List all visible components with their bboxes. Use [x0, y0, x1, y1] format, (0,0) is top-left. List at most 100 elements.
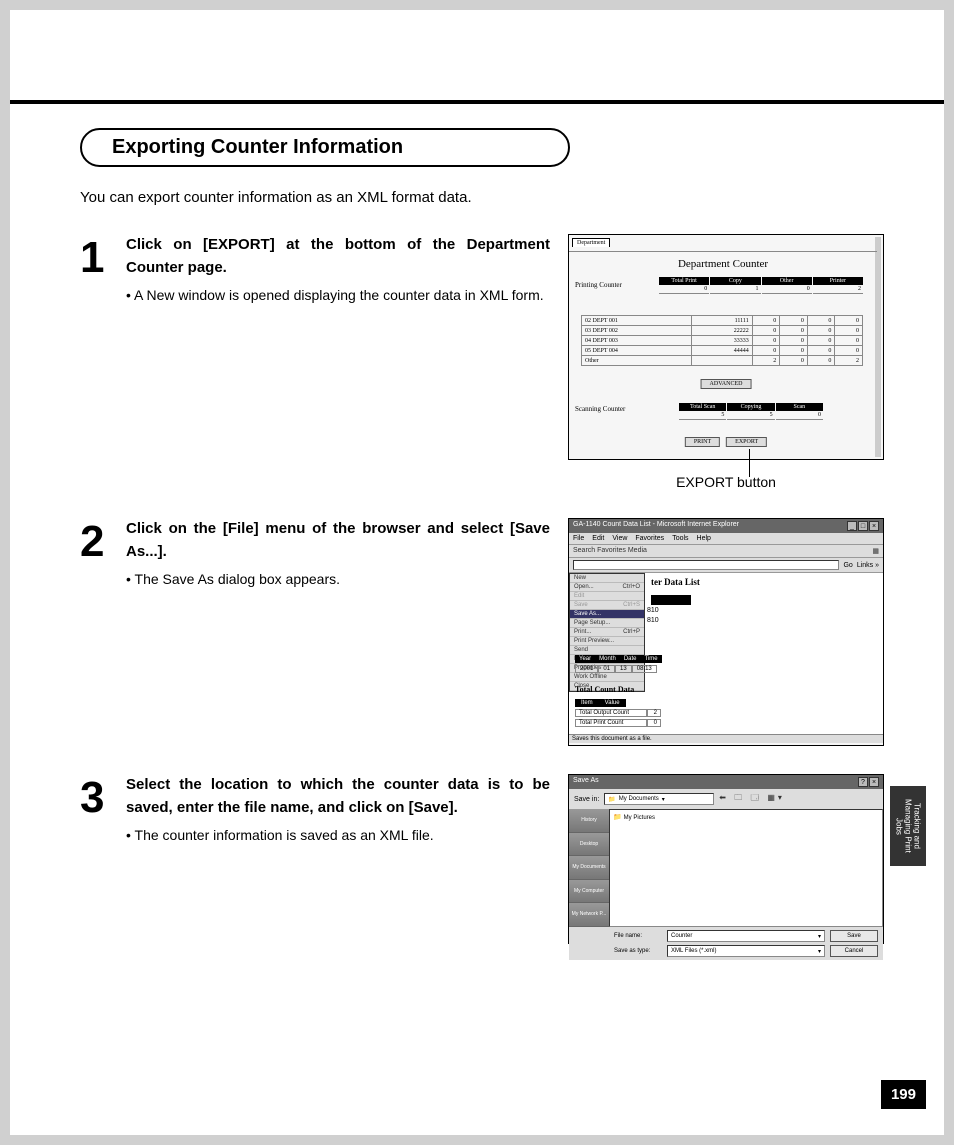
- ymd-headers: Year Month Date Time: [575, 655, 662, 663]
- step-2-title: Click on the [File] menu of the browser …: [126, 518, 550, 563]
- browser-menubar: File Edit View Favorites Tools Help: [569, 533, 883, 545]
- save-as-title: Save As: [573, 777, 599, 787]
- val-total-scan: 5: [679, 411, 726, 420]
- hdr-copying: Copying: [727, 403, 774, 411]
- print-export-buttons: PRINT EXPORT: [685, 437, 767, 447]
- step-3-title: Select the location to which the counter…: [126, 774, 550, 819]
- step-3: 3 Select the location to which the count…: [80, 774, 884, 944]
- ie-logo-icon: ▦: [872, 547, 879, 555]
- browser-statusbar: Saves this document as a file.: [569, 734, 883, 743]
- val-printer: 2: [813, 285, 863, 294]
- chevron-down-icon: ▾: [662, 796, 665, 803]
- table-row: 04 DEPT 003333330000: [582, 336, 863, 346]
- menu-item-save-as: Save As...: [570, 610, 644, 619]
- places-mynetwork: My Network P...: [569, 903, 609, 927]
- val-total-print: 0: [659, 285, 709, 294]
- browser-titlebar: GA-1140 Count Data List - Microsoft Inte…: [569, 519, 883, 533]
- item-row: Total Print Count 0: [575, 719, 661, 727]
- menu-item-edit: Edit: [570, 592, 644, 601]
- cutoff-value-1: 810: [647, 607, 659, 614]
- menu-favorites: Favorites: [635, 535, 664, 542]
- dept-table: 02 DEPT 001111110000 03 DEPT 00222222000…: [581, 315, 863, 366]
- folder-icon: 📁: [608, 796, 615, 803]
- save-as-dialog: Save As ? × Save in: 📁 My Documents ▾: [568, 774, 884, 944]
- step-1-figure: Department Department Counter Printing C…: [568, 234, 884, 490]
- save-in-row: Save in: 📁 My Documents ▾ ⬅ 🗀 🗔 ▦▾: [569, 789, 883, 809]
- section-title: Exporting Counter Information: [80, 128, 570, 167]
- menu-item-send: Send: [570, 646, 644, 655]
- places-mycomputer: My Computer: [569, 880, 609, 904]
- menu-file: File: [573, 535, 584, 542]
- toolbar-text: Search Favorites Media: [573, 547, 647, 555]
- step-1-bullet: A New window is opened displaying the co…: [138, 287, 550, 303]
- hdr-printer: Printer: [813, 277, 863, 285]
- intro-text: You can export counter information as an…: [80, 189, 884, 206]
- menu-item-open: Open...Ctrl+O: [570, 583, 644, 592]
- minimize-icon: _: [847, 521, 857, 531]
- page-number: 199: [881, 1080, 926, 1109]
- menu-item-print-preview: Print Preview...: [570, 637, 644, 646]
- cancel-button: Cancel: [830, 945, 878, 957]
- hdr-copy: Copy: [710, 277, 760, 285]
- menu-item-page-setup: Page Setup...: [570, 619, 644, 628]
- address-field: [573, 560, 839, 570]
- ymd-values: 2001 01 13 08:13: [575, 665, 657, 673]
- section-title-text: Exporting Counter Information: [112, 136, 403, 158]
- save-button: Save: [830, 930, 878, 942]
- print-button: PRINT: [685, 437, 720, 447]
- step-2: 2 Click on the [File] menu of the browse…: [80, 518, 884, 746]
- scanning-counter-label: Scanning Counter: [575, 405, 625, 413]
- hdr-total-scan: Total Scan: [679, 403, 726, 411]
- val-scan: 0: [776, 411, 823, 420]
- folder-item: My Pictures: [613, 813, 879, 821]
- browser-body: New Open...Ctrl+O Edit SaveCtrl+S Save A…: [569, 573, 883, 743]
- page: Exporting Counter Information You can ex…: [10, 10, 944, 1135]
- hdr-other: Other: [762, 277, 812, 285]
- menu-edit: Edit: [592, 535, 604, 542]
- table-row: Other2002: [582, 356, 863, 366]
- menu-item-save: SaveCtrl+S: [570, 601, 644, 610]
- val-copy: 1: [710, 285, 760, 294]
- export-callout-line: [749, 449, 750, 477]
- go-button: Go: [843, 562, 852, 569]
- places-desktop: Desktop: [569, 833, 609, 857]
- step-2-figure: GA-1140 Count Data List - Microsoft Inte…: [568, 518, 884, 746]
- help-icon: ?: [858, 777, 868, 787]
- printing-counter-label: Printing Counter: [575, 281, 622, 289]
- step-2-text: 2 Click on the [File] menu of the browse…: [80, 518, 550, 746]
- save-as-titlebar: Save As ? ×: [569, 775, 883, 789]
- hdr-scan: Scan: [776, 403, 823, 411]
- save-in-dropdown: 📁 My Documents ▾: [604, 793, 714, 805]
- step-1-text: 1 Click on [EXPORT] at the bottom of the…: [80, 234, 550, 490]
- step-3-figure: Save As ? × Save in: 📁 My Documents ▾: [568, 774, 884, 944]
- item-value-header: Item Value: [575, 699, 626, 707]
- browser-addressbar: Go Links »: [569, 558, 883, 573]
- menu-help: Help: [697, 535, 711, 542]
- cutoff-value-2: 810: [647, 617, 659, 624]
- item-row: Total Output Count 2: [575, 709, 661, 717]
- places-mydocs: My Documents: [569, 856, 609, 880]
- dept-counter-screenshot: Department Department Counter Printing C…: [568, 234, 884, 460]
- menu-view: View: [612, 535, 627, 542]
- places-history: History: [569, 809, 609, 833]
- savetype-field: XML Files (*.xml)▾: [667, 945, 825, 957]
- top-rule: [10, 100, 944, 104]
- dept-counter-heading: Department Counter: [569, 251, 877, 270]
- menu-tools: Tools: [672, 535, 688, 542]
- menu-item-work-offline: Work Offline: [570, 673, 644, 682]
- table-row: 02 DEPT 001111110000: [582, 316, 863, 326]
- print-summary: Total Print0 Copy1 Other0 Printer2: [659, 277, 863, 294]
- chevron-down-icon: ▾: [818, 948, 821, 955]
- scrollbar: [875, 237, 881, 457]
- file-list-area: My Pictures: [609, 809, 883, 927]
- step-3-bullet: The counter information is saved as an X…: [138, 827, 550, 843]
- maximize-icon: □: [858, 521, 868, 531]
- step-1: 1 Click on [EXPORT] at the bottom of the…: [80, 234, 884, 490]
- dept-tab: Department: [572, 238, 610, 247]
- export-caption: EXPORT button: [568, 474, 884, 490]
- section-tab: Tracking and Managing Print Jobs: [890, 786, 926, 866]
- menu-item-print: Print...Ctrl+P: [570, 628, 644, 637]
- savetype-label: Save as type:: [614, 948, 662, 954]
- export-button: EXPORT: [726, 437, 767, 447]
- menu-item-new: New: [570, 574, 644, 583]
